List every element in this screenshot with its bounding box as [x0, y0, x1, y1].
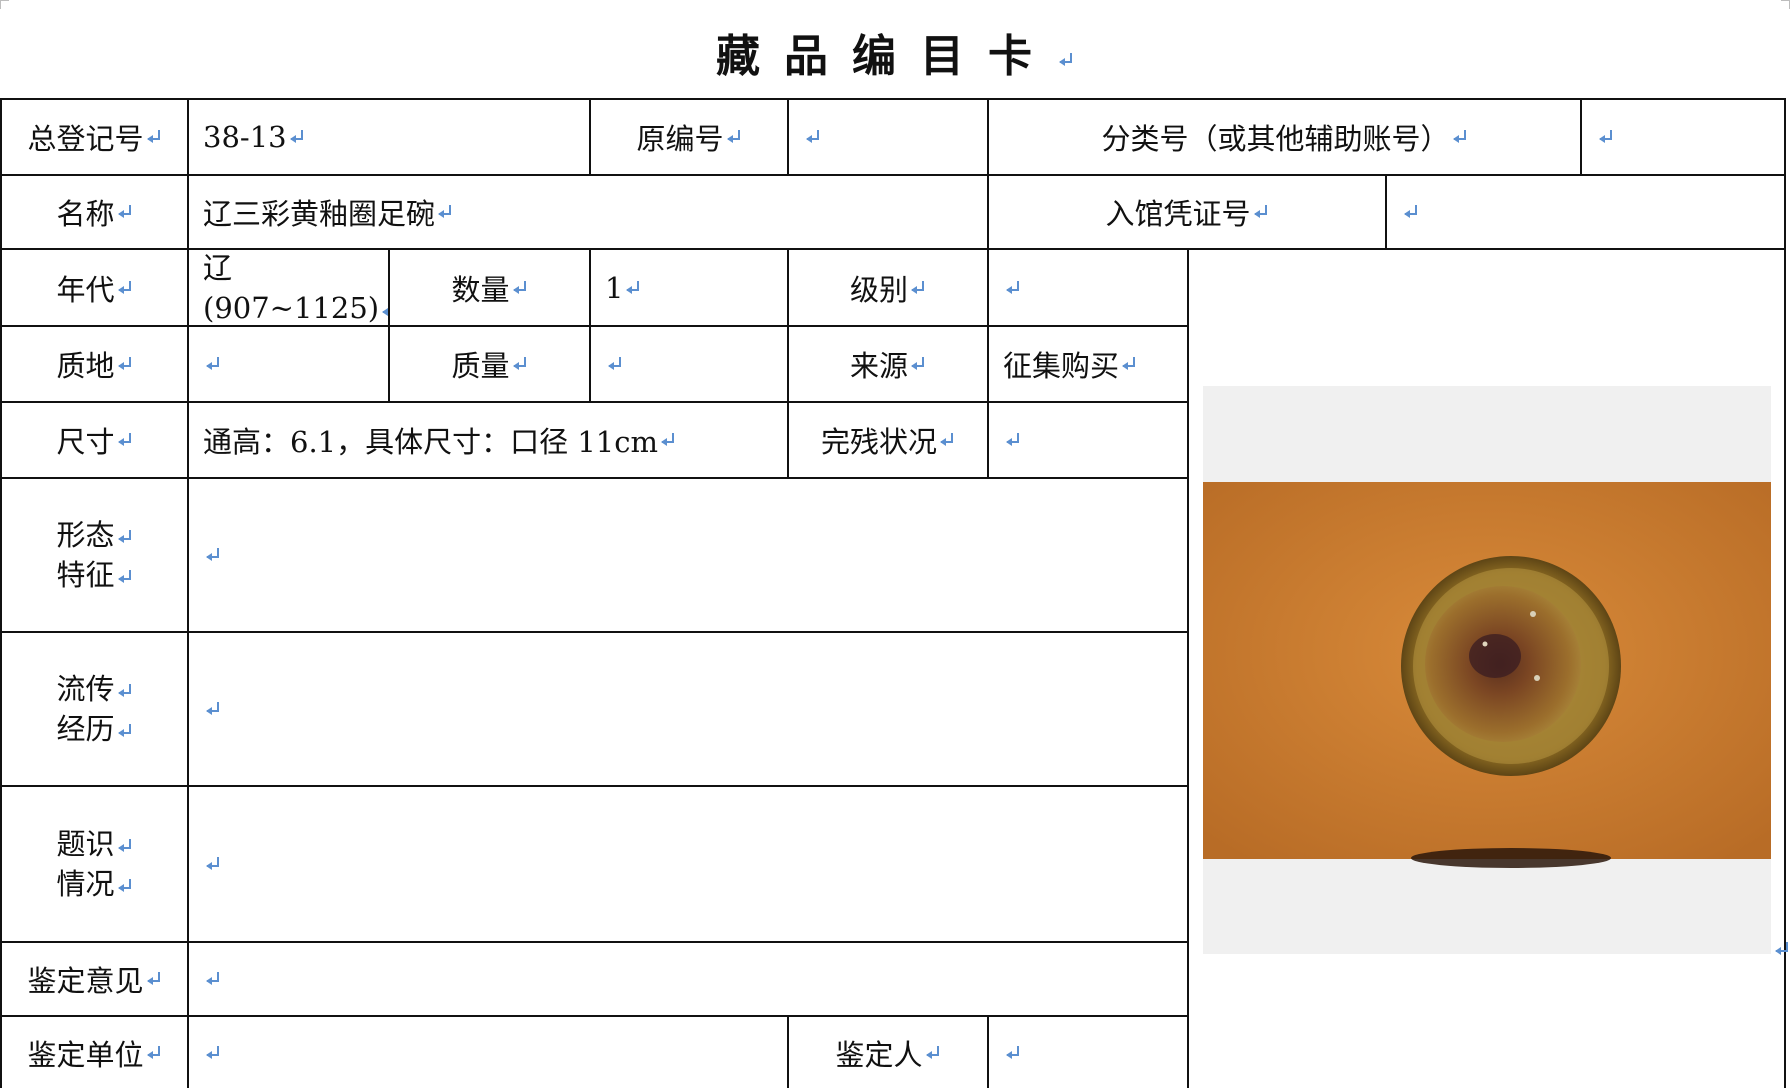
return-arrow-icon	[205, 855, 221, 873]
period-value-cell[interactable]: 辽 (907~1125)	[187, 248, 388, 325]
provenance-label-cell: 流传 经历	[0, 631, 187, 785]
return-arrow-icon	[1452, 128, 1468, 146]
return-arrow-icon	[512, 279, 528, 297]
return-arrow-icon	[146, 970, 162, 988]
return-arrow-icon	[1253, 203, 1269, 221]
return-arrow-icon	[205, 355, 221, 373]
return-arrow-icon	[205, 970, 221, 988]
return-arrow-icon	[1005, 431, 1021, 449]
return-arrow-icon	[910, 279, 926, 297]
return-arrow-icon	[205, 700, 221, 718]
name-value-cell[interactable]: 辽三彩黄釉圈足碗	[187, 174, 987, 248]
inscription-label-cell: 题识 情况	[0, 785, 187, 941]
size-label-cell: 尺寸	[0, 401, 187, 477]
return-arrow-icon	[1005, 1044, 1021, 1062]
card-title: 藏品编目卡	[0, 24, 1790, 90]
appraisal-opinion-label-cell: 鉴定意见	[0, 941, 187, 1015]
return-arrow-icon	[625, 279, 641, 297]
return-arrow-icon	[910, 355, 926, 373]
grade-value-cell[interactable]	[987, 248, 1187, 325]
weight-value-cell[interactable]	[589, 325, 787, 401]
registration-no-label-cell: 总登记号	[0, 98, 187, 174]
photo-paragraph-mark	[1772, 938, 1790, 958]
return-arrow-icon	[205, 1044, 221, 1062]
provenance-value-cell[interactable]	[187, 631, 1187, 785]
return-arrow-icon	[1774, 940, 1790, 958]
registration-no-value-cell[interactable]: 38-13	[187, 98, 589, 174]
grade-label-cell: 级别	[787, 248, 987, 325]
appraisal-unit-label-cell: 鉴定单位	[0, 1015, 187, 1088]
crop-mark-top-left	[0, 0, 9, 9]
source-value-cell[interactable]: 征集购买	[987, 325, 1187, 401]
bowl-center-spot	[1469, 634, 1521, 678]
appraiser-label-cell: 鉴定人	[787, 1015, 987, 1088]
classification-label-cell: 分类号（或其他辅助账号）	[987, 98, 1580, 174]
return-arrow-icon	[117, 568, 133, 586]
original-no-value-cell[interactable]	[787, 98, 987, 174]
voucher-value-cell[interactable]	[1385, 174, 1785, 248]
return-arrow-icon	[607, 355, 623, 373]
return-arrow-icon	[146, 128, 162, 146]
return-arrow-icon	[205, 546, 221, 564]
appraisal-unit-value-cell[interactable]	[187, 1015, 787, 1088]
material-label-cell: 质地	[0, 325, 187, 401]
return-arrow-icon	[437, 203, 453, 221]
period-label-cell: 年代	[0, 248, 187, 325]
form-label-cell: 形态 特征	[0, 477, 187, 631]
return-arrow-icon	[512, 355, 528, 373]
inscription-value-cell[interactable]	[187, 785, 1187, 941]
return-arrow-icon	[117, 279, 133, 297]
classification-value-cell[interactable]	[1580, 98, 1785, 174]
return-arrow-icon	[117, 203, 133, 221]
return-arrow-icon	[1403, 203, 1419, 221]
return-arrow-icon	[381, 301, 388, 319]
spur-mark	[1530, 611, 1536, 617]
original-no-label-cell: 原编号	[589, 98, 787, 174]
spur-mark	[1534, 675, 1540, 681]
material-value-cell[interactable]	[187, 325, 388, 401]
name-label-cell: 名称	[0, 174, 187, 248]
return-arrow-icon	[117, 722, 133, 740]
return-arrow-icon	[117, 528, 133, 546]
return-arrow-icon	[925, 1044, 941, 1062]
return-arrow-icon	[939, 431, 955, 449]
appraisal-opinion-value-cell[interactable]	[187, 941, 1187, 1015]
return-arrow-icon	[1598, 128, 1614, 146]
spur-mark	[1482, 641, 1488, 647]
voucher-label-cell: 入馆凭证号	[987, 174, 1385, 248]
return-arrow-icon	[146, 1044, 162, 1062]
quantity-value-cell[interactable]: 1	[589, 248, 787, 325]
size-value-cell[interactable]: 通高：6.1，具体尺寸：口径 11cm	[187, 401, 787, 477]
return-arrow-icon	[117, 877, 133, 895]
return-arrow-icon	[805, 128, 821, 146]
quantity-label-cell: 数量	[388, 248, 589, 325]
return-arrow-icon	[1058, 51, 1074, 69]
return-arrow-icon	[117, 682, 133, 700]
return-arrow-icon	[289, 128, 305, 146]
source-label-cell: 来源	[787, 325, 987, 401]
return-arrow-icon	[1121, 355, 1137, 373]
bowl-shadow	[1411, 848, 1611, 868]
return-arrow-icon	[117, 355, 133, 373]
form-value-cell[interactable]	[187, 477, 1187, 631]
condition-value-cell[interactable]	[987, 401, 1187, 477]
appraiser-value-cell[interactable]	[987, 1015, 1187, 1088]
bowl-image	[1203, 482, 1771, 868]
artifact-photo	[1203, 386, 1771, 954]
return-arrow-icon	[660, 431, 676, 449]
return-arrow-icon	[1005, 279, 1021, 297]
crop-mark-top-right	[1781, 0, 1790, 9]
return-arrow-icon	[117, 431, 133, 449]
return-arrow-icon	[726, 128, 742, 146]
weight-label-cell: 质量	[388, 325, 589, 401]
return-arrow-icon	[117, 837, 133, 855]
condition-label-cell: 完残状况	[787, 401, 987, 477]
